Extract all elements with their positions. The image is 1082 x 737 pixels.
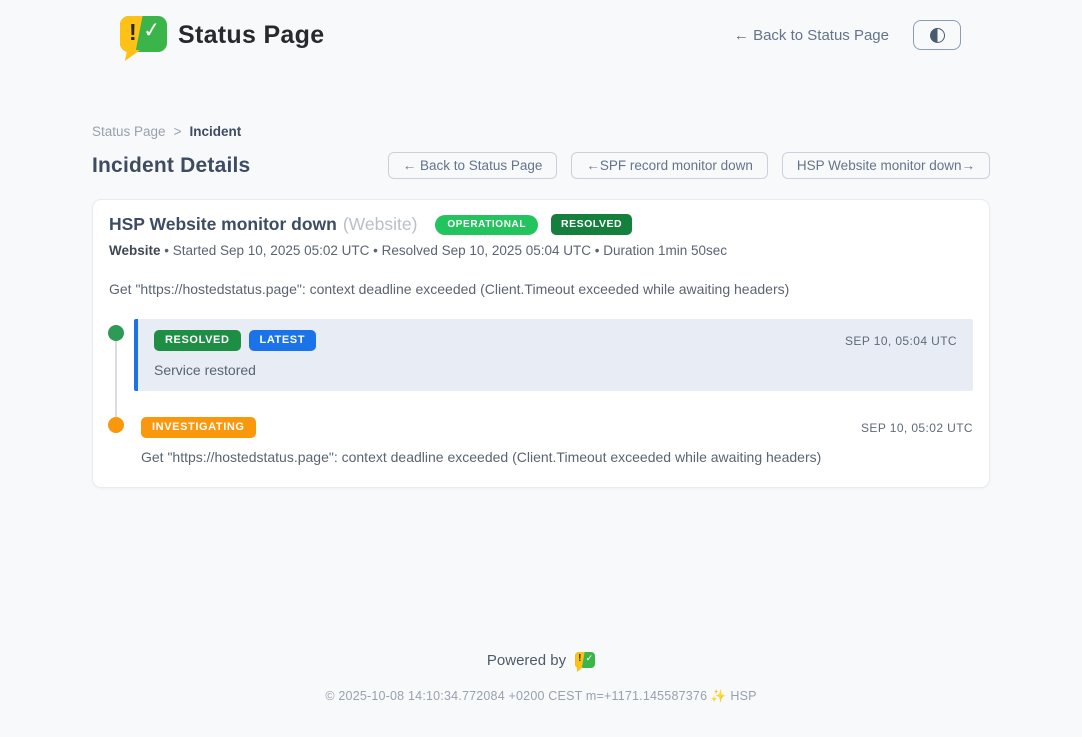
theme-toggle-button[interactable] [913,20,961,50]
timeline-entry-investigating: INVESTIGATING SEP 10, 05:02 UTC Get "htt… [141,417,973,465]
incident-nav-buttons: ← Back to Status Page ←SPF record monito… [388,152,990,179]
incident-meta-details: • Started Sep 10, 2025 05:02 UTC • Resol… [161,243,728,258]
timeline-dot-resolved [108,325,124,341]
back-to-status-page-button[interactable]: ← Back to Status Page [388,152,558,179]
copyright-text: © 2025-10-08 14:10:34.772084 +0200 CEST … [0,689,1082,704]
main-content: Status Page > Incident Incident Details … [92,124,990,488]
copyright-prefix: © 2025-10-08 14:10:34.772084 +0200 CEST … [325,689,707,703]
brand-name: Status Page [178,21,324,50]
title-row: Incident Details ← Back to Status Page ←… [92,152,990,179]
timeline-entry-header: RESOLVED LATEST SEP 10, 05:04 UTC [154,330,957,351]
resolved-state-badge: RESOLVED [551,214,632,235]
back-to-status-page-link[interactable]: ← Back to Status Page [734,27,889,44]
header-actions: ← Back to Status Page [734,20,961,50]
timeline-connector-line [115,335,117,427]
brand-logo[interactable]: ! ✓ Status Page hosted [120,16,324,54]
incident-subtitle: (Website) [343,214,418,235]
timeline-timestamp: SEP 10, 05:04 UTC [845,334,957,348]
copyright-suffix: HSP [730,689,756,703]
status-page-logo-icon: ! ✓ [120,16,167,54]
brand-hosted-label: hosted [1056,0,1082,3]
breadcrumb: Status Page > Incident [92,124,990,139]
status-page-mini-logo-icon: ! ✓ [575,652,595,669]
breadcrumb-status-page[interactable]: Status Page [92,124,166,139]
incident-service-name: Website [109,243,161,258]
timeline-entry-header: INVESTIGATING SEP 10, 05:02 UTC [141,417,973,438]
sparkles-icon: ✨ [711,689,727,703]
incident-timeline: RESOLVED LATEST SEP 10, 05:04 UTC Servic… [109,319,973,465]
timeline-message: Service restored [154,362,957,378]
breadcrumb-separator: > [174,124,182,139]
powered-by-label: Powered by [487,652,566,669]
investigating-badge: INVESTIGATING [141,417,256,438]
breadcrumb-incident: Incident [189,124,241,139]
page-title: Incident Details [92,154,250,178]
incident-title: HSP Website monitor down [109,214,337,235]
incident-description: Get "https://hostedstatus.page": context… [109,281,973,297]
incident-meta: Website • Started Sep 10, 2025 05:02 UTC… [109,243,973,258]
resolved-badge: RESOLVED [154,330,241,351]
next-incident-button[interactable]: HSP Website monitor down→ [782,152,990,179]
contrast-icon [930,28,945,43]
incident-card: HSP Website monitor down (Website) OPERA… [92,199,990,488]
powered-by-link[interactable]: Powered by ! ✓ [487,652,595,669]
incident-title-row: HSP Website monitor down (Website) OPERA… [109,214,973,235]
prev-incident-button[interactable]: ←SPF record monitor down [571,152,768,179]
latest-badge: LATEST [249,330,317,351]
footer: Powered by ! ✓ © 2025-10-08 14:10:34.772… [0,652,1082,704]
exclamation-glyph: ! [129,19,137,46]
timeline-message: Get "https://hostedstatus.page": context… [141,449,973,465]
operational-status-badge: OPERATIONAL [435,215,538,235]
timeline-badges: RESOLVED LATEST [154,330,316,351]
timeline-entry-latest: RESOLVED LATEST SEP 10, 05:04 UTC Servic… [134,319,973,391]
header: ! ✓ Status Page hosted ← Back to Status … [0,0,1082,54]
check-glyph: ✓ [142,17,162,44]
timeline-timestamp: SEP 10, 05:02 UTC [861,421,973,435]
timeline-dot-investigating [108,417,124,433]
timeline-badges: INVESTIGATING [141,417,256,438]
